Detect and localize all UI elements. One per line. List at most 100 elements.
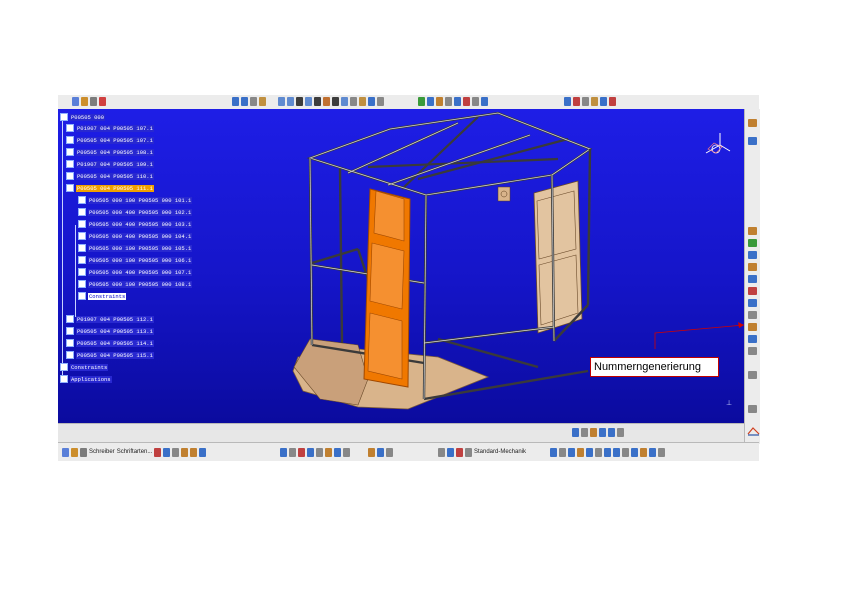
manage-representations-icon[interactable] xyxy=(748,323,757,331)
part-icon[interactable] xyxy=(436,97,443,106)
measure-icon[interactable] xyxy=(359,97,366,106)
manipulation-icon[interactable] xyxy=(748,371,757,379)
new-file-icon[interactable] xyxy=(62,447,69,457)
copy-icon[interactable] xyxy=(163,447,171,457)
tree-item-constraints[interactable]: Constraints xyxy=(78,292,127,300)
redo-icon[interactable] xyxy=(190,447,198,457)
swap-space-icon[interactable] xyxy=(341,97,348,106)
tree-item-applications[interactable]: Applications xyxy=(60,375,112,383)
tree-item[interactable]: P00505 000 400 P00505 000 107.1 xyxy=(78,268,193,276)
new-icon[interactable] xyxy=(72,97,79,106)
catalog-icon[interactable] xyxy=(438,447,445,457)
tree-item[interactable]: P00505 000 100 P00505 000 106.1 xyxy=(78,256,193,264)
normal-view-icon[interactable] xyxy=(617,428,624,437)
existing-part-icon[interactable] xyxy=(748,263,757,271)
open-file-icon[interactable] xyxy=(71,447,78,457)
lights-icon[interactable] xyxy=(586,447,593,457)
space-analysis-icon[interactable] xyxy=(377,447,384,457)
tree-item[interactable]: P00505 000 400 P00505 000 102.1 xyxy=(78,208,193,216)
rotate-view-icon[interactable] xyxy=(307,447,314,457)
multi-instantiation-icon[interactable] xyxy=(748,335,757,343)
tree-item[interactable]: P00505 004 P00505 114.1 xyxy=(66,339,154,347)
save-icon[interactable] xyxy=(90,97,97,106)
clash-icon[interactable] xyxy=(386,447,393,457)
selective-load-icon[interactable] xyxy=(748,311,757,319)
edges-icon[interactable] xyxy=(568,447,575,457)
fly-mode-icon[interactable] xyxy=(280,447,287,457)
fit-all-icon[interactable] xyxy=(241,97,248,106)
explode-icon[interactable] xyxy=(377,97,384,106)
generate-numbering-icon[interactable] xyxy=(748,299,757,307)
fit-icon[interactable] xyxy=(289,447,296,457)
tree-item[interactable]: P00505 004 P00505 107.1 xyxy=(66,136,154,144)
pan-view-icon[interactable] xyxy=(298,447,305,457)
angle-icon[interactable] xyxy=(591,97,598,106)
component-icon[interactable] xyxy=(418,97,425,106)
tree-item[interactable]: P00505 000 100 P00505 000 101.1 xyxy=(78,196,193,204)
properties-icon[interactable] xyxy=(640,447,647,457)
fast-multi-instantiation-icon[interactable] xyxy=(748,347,757,355)
tree-item[interactable]: P01907 004 P00505 112.1 xyxy=(66,315,154,323)
fly-icon[interactable] xyxy=(232,97,239,106)
standard-select[interactable]: Standard-Mechanik xyxy=(474,449,526,455)
manipulate-icon[interactable] xyxy=(481,97,488,106)
zoom-out-icon[interactable] xyxy=(608,428,615,437)
new-part-icon[interactable] xyxy=(748,251,757,259)
new-product-icon[interactable] xyxy=(748,239,757,247)
open-icon[interactable] xyxy=(81,97,88,106)
help-icon[interactable] xyxy=(199,447,207,457)
product-icon[interactable] xyxy=(427,97,434,106)
compass-icon[interactable] xyxy=(696,131,736,161)
iso-view-icon[interactable] xyxy=(314,97,321,106)
material-icon[interactable] xyxy=(577,447,584,457)
3d-viewport[interactable]: P00505 000 P01907 004 P00505 107.1 P0050… xyxy=(58,109,744,423)
tree-item[interactable]: P01907 004 P00505 107.1 xyxy=(66,124,154,132)
tree-item[interactable]: P00505 004 P00505 110.1 xyxy=(66,172,154,180)
hide-icon[interactable] xyxy=(604,447,611,457)
cut-icon[interactable] xyxy=(154,447,162,457)
options-icon[interactable] xyxy=(658,447,665,457)
zoom-in-icon[interactable] xyxy=(599,428,606,437)
tree-item[interactable]: P00505 000 100 P00505 000 108.1 xyxy=(78,280,193,288)
hide-show-icon[interactable] xyxy=(332,97,339,106)
normal-view-icon[interactable] xyxy=(296,97,303,106)
rotate-icon[interactable] xyxy=(259,97,266,106)
replace-component-icon[interactable] xyxy=(748,275,757,283)
zoom-view-icon[interactable] xyxy=(316,447,323,457)
pan-icon[interactable] xyxy=(250,97,257,106)
coincidence-icon[interactable] xyxy=(564,97,571,106)
reorder-icon[interactable] xyxy=(463,97,470,106)
roof-frame[interactable] xyxy=(306,111,593,197)
tree-item-root[interactable]: P00505 000 xyxy=(60,113,106,121)
tree-item[interactable]: P01907 004 P00505 109.1 xyxy=(66,160,154,168)
select-icon[interactable] xyxy=(350,97,357,106)
pan-icon[interactable] xyxy=(581,428,588,437)
save-file-icon[interactable] xyxy=(80,447,87,457)
measure-item-icon[interactable] xyxy=(368,447,375,457)
vent-panel[interactable] xyxy=(497,186,511,202)
zoom-out-icon[interactable] xyxy=(287,97,294,106)
undo-icon[interactable] xyxy=(181,447,189,457)
product-structure-icon[interactable] xyxy=(748,137,757,145)
multi-instance-icon[interactable] xyxy=(472,97,479,106)
tree-item[interactable]: P00505 000 100 P00505 000 105.1 xyxy=(78,244,193,252)
graph-tree-reordering-icon[interactable] xyxy=(748,287,757,295)
snap-icon[interactable] xyxy=(748,405,757,413)
render-icon[interactable] xyxy=(550,447,557,457)
fit-all-in-icon[interactable] xyxy=(572,428,579,437)
contact-icon[interactable] xyxy=(573,97,580,106)
snap-icon[interactable] xyxy=(368,97,375,106)
filter-icon[interactable] xyxy=(649,447,656,457)
replace-icon[interactable] xyxy=(454,97,461,106)
quick-view-icon[interactable] xyxy=(334,447,341,457)
update-all-icon[interactable] xyxy=(447,447,454,457)
normal-icon[interactable] xyxy=(325,447,332,457)
insert-component-icon[interactable] xyxy=(748,227,757,235)
swap-icon[interactable] xyxy=(622,447,629,457)
shading-mode-icon[interactable] xyxy=(343,447,350,457)
shading-icon[interactable] xyxy=(323,97,330,106)
show-icon[interactable] xyxy=(613,447,620,457)
layers-icon[interactable] xyxy=(631,447,638,457)
workbench-icon[interactable] xyxy=(748,119,757,127)
rotate-icon[interactable] xyxy=(590,428,597,437)
